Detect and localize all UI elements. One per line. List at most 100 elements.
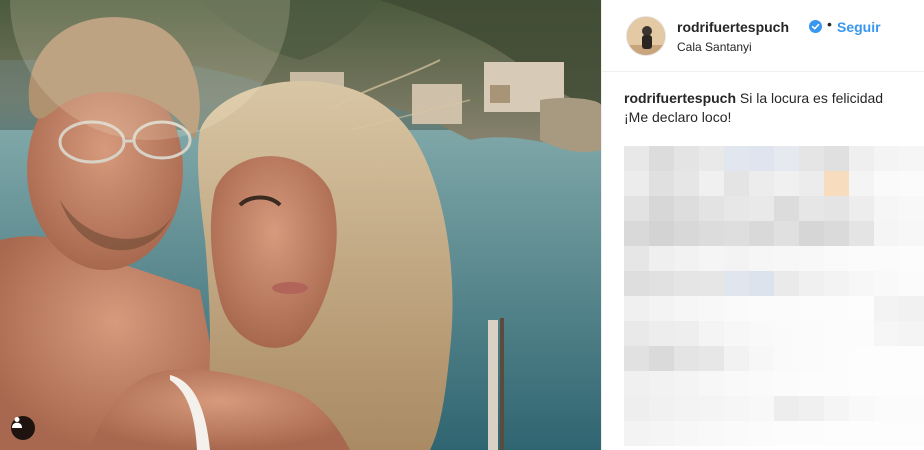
pixelated-block [824,321,849,346]
pixelated-block [699,146,724,171]
pixelated-block [849,196,874,221]
pixelated-block [899,296,924,321]
pixelated-block [899,196,924,221]
pixelated-block [749,396,774,421]
pixelated-block [824,221,849,246]
pixelated-block [699,421,724,446]
pixelated-block [899,421,924,446]
photo-scene [0,0,601,450]
caption-text-line1: Si la locura es felicidad [739,90,884,106]
follow-button[interactable]: Seguir [837,19,881,35]
pixelated-block [749,296,774,321]
pixelated-block [849,146,874,171]
pixelated-block [824,346,849,371]
pixelated-block [799,371,824,396]
pixelated-block [874,196,899,221]
pixelated-block [724,421,749,446]
pixelated-block [849,346,874,371]
pixelated-block [649,246,674,271]
pixelated-block [874,321,899,346]
pixelated-block [799,296,824,321]
pixelated-block [624,296,649,321]
user-tag-icon[interactable] [11,416,35,440]
pixelated-block [774,321,799,346]
pixelated-block [824,246,849,271]
pixelated-block [749,271,774,296]
verified-badge-icon [809,20,822,33]
pixelated-block [749,171,774,196]
pixelated-block [774,146,799,171]
header-username[interactable]: rodrifuertespuch [677,19,789,35]
header-separator: • [827,16,832,32]
pixelated-block [724,221,749,246]
pixelated-block [824,146,849,171]
pixelated-block [874,396,899,421]
pixelated-block [799,271,824,296]
pixelated-block [724,196,749,221]
pixelated-block [849,246,874,271]
pixelated-block [824,296,849,321]
pixelated-block [674,346,699,371]
pixelated-block [899,371,924,396]
pixelated-block [874,171,899,196]
pixelated-block [649,271,674,296]
pixelated-block [674,321,699,346]
pixelated-block [774,421,799,446]
pixelated-block [624,196,649,221]
pixelated-block [749,246,774,271]
pixelated-block [899,271,924,296]
pixelated-block [649,346,674,371]
pixelated-block [849,271,874,296]
pixelated-block [899,246,924,271]
pixelated-block [674,421,699,446]
pixelated-block [649,171,674,196]
pixelated-block [699,246,724,271]
pixelated-block [624,146,649,171]
pixelated-block [799,196,824,221]
pixelated-block [899,346,924,371]
pixelated-block [799,171,824,196]
pixelated-block [724,371,749,396]
post-header: rodrifuertespuch • Seguir Cala Santanyi [602,0,924,72]
pixelated-block [799,146,824,171]
pixelated-block [649,146,674,171]
pixelated-block [624,371,649,396]
pixelated-block [674,221,699,246]
pixelated-block [649,396,674,421]
pixelated-block [699,296,724,321]
pixelated-block [624,171,649,196]
pixelated-block [724,246,749,271]
post-caption: rodrifuertespuch Si la locura es felicid… [624,89,914,127]
pixelated-block [774,371,799,396]
post-photo[interactable] [0,0,601,450]
pixelated-block [699,396,724,421]
pixelated-block [824,371,849,396]
pixelated-block [824,421,849,446]
pixelated-block [899,221,924,246]
pixelated-block [849,221,874,246]
pixelated-block [674,271,699,296]
pixelated-block [724,146,749,171]
pixelated-block [699,196,724,221]
post-side-panel: rodrifuertespuch • Seguir Cala Santanyi … [602,0,924,450]
pixelated-block [649,296,674,321]
pixelated-block [774,246,799,271]
pixelated-block [849,296,874,321]
pixelated-block [699,171,724,196]
pixelated-block [774,271,799,296]
pixelated-block [899,321,924,346]
pixelated-block [699,221,724,246]
pixelated-block [649,221,674,246]
pixelated-block [724,346,749,371]
pixelated-block [849,171,874,196]
caption-username[interactable]: rodrifuertespuch [624,90,736,106]
pixelated-block [899,396,924,421]
pixelated-block [774,171,799,196]
pixelated-block [849,396,874,421]
pixelated-block [674,146,699,171]
pixelated-block [774,296,799,321]
avatar[interactable] [626,16,666,56]
pixelated-block [724,396,749,421]
pixelated-block [849,321,874,346]
location-link[interactable]: Cala Santanyi [677,40,752,54]
